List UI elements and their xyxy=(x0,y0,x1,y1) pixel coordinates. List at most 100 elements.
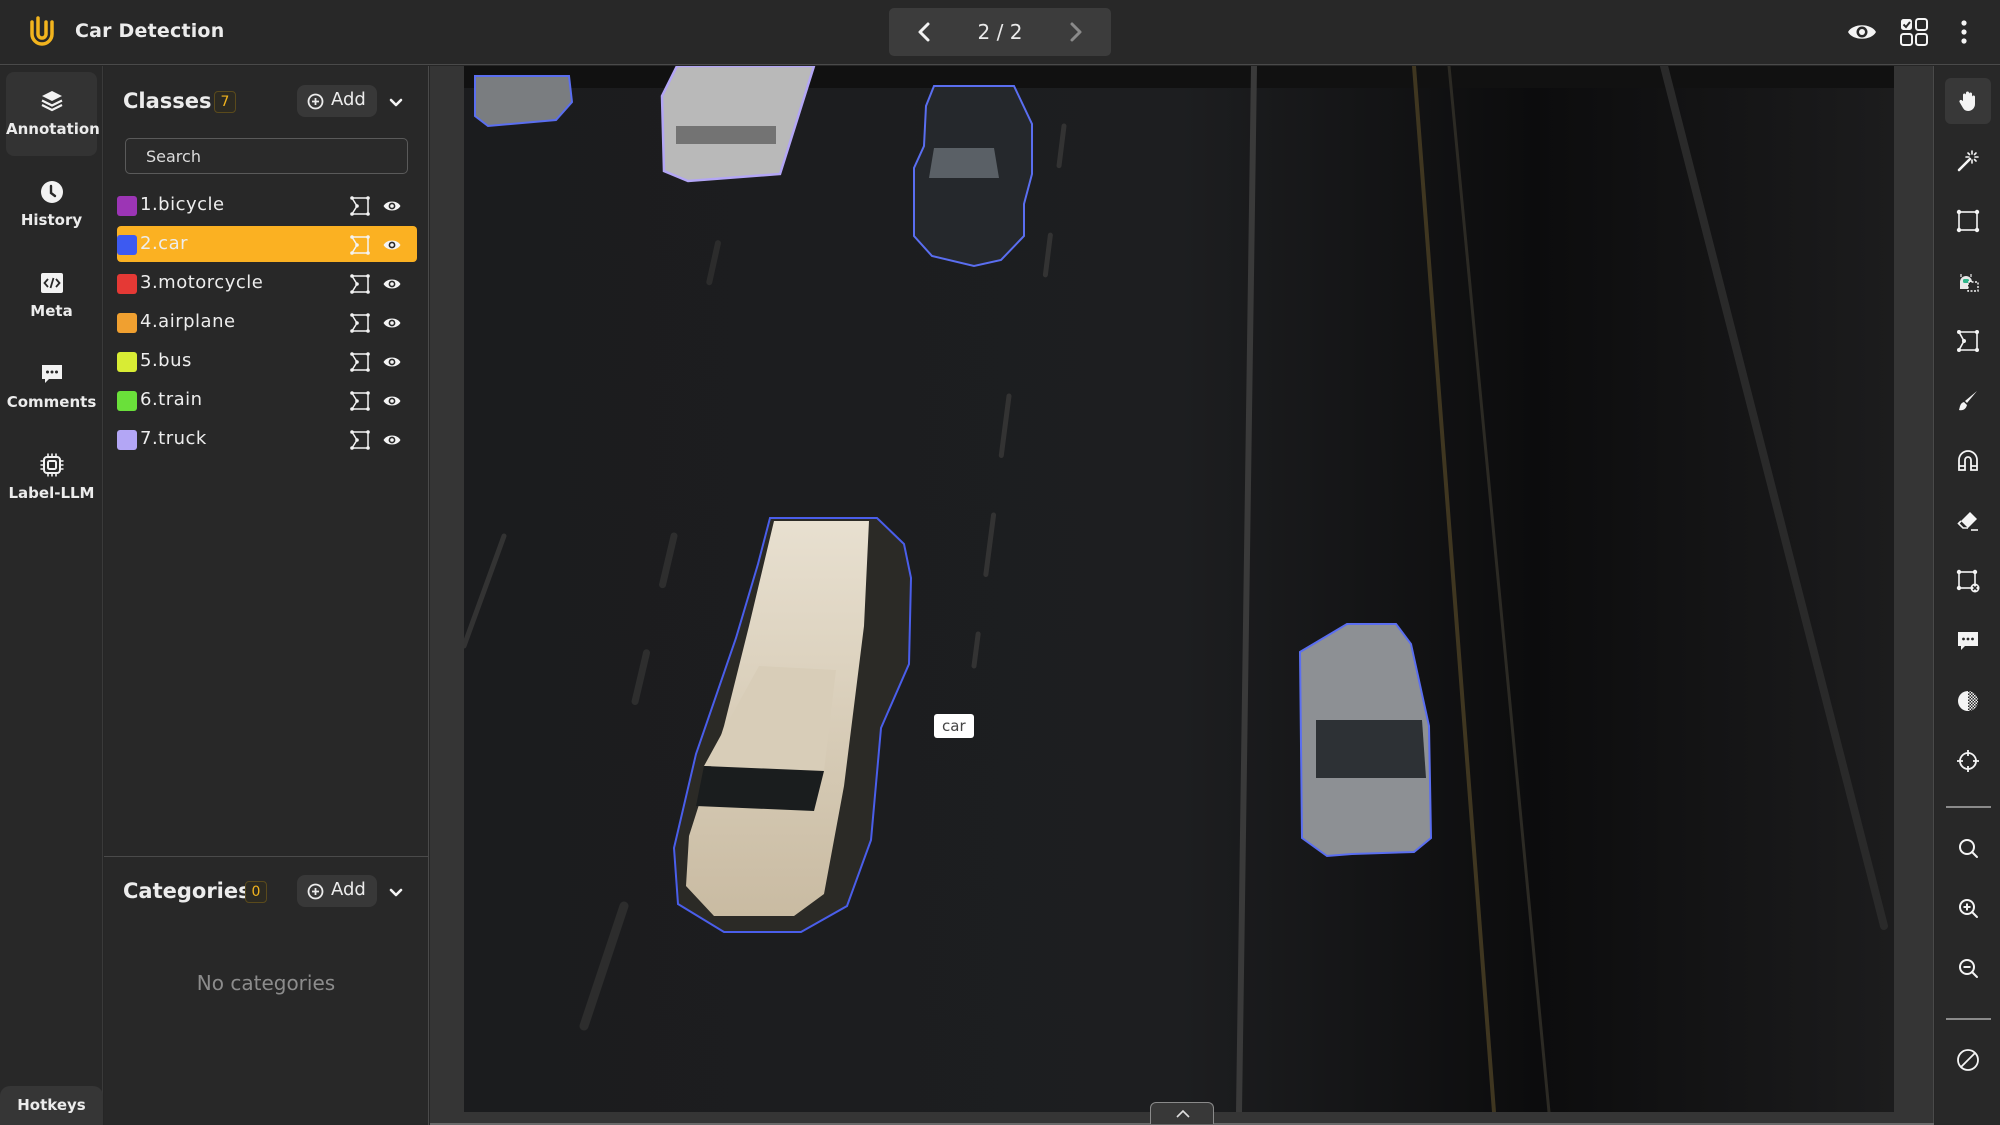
app-title: Car Detection xyxy=(75,20,225,42)
rail-item-annotation[interactable]: Annotation xyxy=(6,72,100,156)
tool-zoom-out[interactable] xyxy=(1945,945,1991,991)
eye-icon[interactable] xyxy=(382,391,402,411)
eye-icon[interactable] xyxy=(382,313,402,333)
rail-item-comments[interactable]: Comments xyxy=(6,345,97,429)
kebab-menu-icon[interactable] xyxy=(1946,14,1982,50)
eye-icon[interactable] xyxy=(382,352,402,372)
tool-delete-points[interactable] xyxy=(1945,558,1991,604)
tool-disable[interactable] xyxy=(1945,1037,1991,1083)
polygon-type-icon[interactable] xyxy=(349,195,371,217)
code-icon xyxy=(41,273,63,293)
class-search-input[interactable] xyxy=(125,138,408,174)
tool-zoom-in[interactable] xyxy=(1945,885,1991,931)
expand-panel-button[interactable] xyxy=(1150,1102,1214,1124)
eye-icon[interactable] xyxy=(382,196,402,216)
tool-sidebar xyxy=(1935,66,2000,1125)
class-color-swatch xyxy=(117,430,137,450)
chip-icon xyxy=(40,453,64,477)
rail-item-label: Meta xyxy=(30,302,73,320)
classes-panel: Classes 7 Add 1.bicycle 2.car 3.motorcyc… xyxy=(104,66,429,1125)
add-category-button[interactable]: Add xyxy=(297,875,377,907)
tool-crosshair[interactable] xyxy=(1945,738,1991,784)
left-nav-rail: Annotation History Meta Comments Label-L… xyxy=(0,66,103,1125)
chevron-down-icon[interactable] xyxy=(386,882,406,902)
class-item-bus[interactable]: 5.bus xyxy=(117,343,417,379)
tool-bounding-box[interactable] xyxy=(1945,198,1991,244)
classes-title: Classes xyxy=(123,89,212,113)
grid-check-icon[interactable] xyxy=(1896,14,1932,50)
class-label: 6.train xyxy=(140,389,203,410)
eye-icon[interactable] xyxy=(1844,14,1880,50)
comment-icon xyxy=(1958,632,1978,650)
chevron-right-icon[interactable] xyxy=(1059,16,1091,48)
eye-icon[interactable] xyxy=(382,235,402,255)
rail-item-label: Comments xyxy=(6,393,97,411)
toolbar-divider xyxy=(1946,806,1991,808)
class-item-train[interactable]: 6.train xyxy=(117,382,417,418)
plus-circle-icon xyxy=(307,93,324,110)
class-color-swatch xyxy=(117,391,137,411)
class-color-swatch xyxy=(117,196,137,216)
polygon-type-icon[interactable] xyxy=(349,273,371,295)
class-label: 5.bus xyxy=(140,350,192,371)
tool-magnetic[interactable] xyxy=(1945,438,1991,484)
rail-item-history[interactable]: History xyxy=(6,163,97,247)
categories-title: Categories xyxy=(123,879,251,903)
eye-icon[interactable] xyxy=(382,274,402,294)
tool-polygon[interactable] xyxy=(1945,318,1991,364)
section-divider xyxy=(104,856,428,857)
tool-contrast[interactable] xyxy=(1945,678,1991,724)
brush-icon xyxy=(1959,391,1977,411)
tool-search[interactable] xyxy=(1945,825,1991,871)
top-bar: Car Detection 2 / 2 xyxy=(0,0,2000,65)
add-class-button[interactable]: Add xyxy=(297,85,377,117)
robot-box-icon xyxy=(1960,274,1979,292)
tool-comment[interactable] xyxy=(1945,618,1991,664)
class-item-bicycle[interactable]: 1.bicycle xyxy=(117,187,417,223)
class-label: 2.car xyxy=(140,233,189,254)
tool-pan[interactable] xyxy=(1945,78,1991,124)
class-label: 3.motorcycle xyxy=(140,272,264,293)
annotation-hover-tag: car xyxy=(934,714,974,738)
rail-item-label: History xyxy=(20,211,83,229)
class-item-car[interactable]: 2.car xyxy=(117,226,417,262)
polygon-type-icon[interactable] xyxy=(349,429,371,451)
clock-icon xyxy=(41,181,63,203)
eye-icon[interactable] xyxy=(382,430,402,450)
annotation-canvas[interactable]: car xyxy=(464,66,1894,1112)
comment-icon xyxy=(42,365,62,383)
class-color-swatch xyxy=(117,274,137,294)
chevron-down-icon[interactable] xyxy=(386,92,406,112)
rail-item-meta[interactable]: Meta xyxy=(6,254,97,338)
class-color-swatch xyxy=(117,235,137,255)
class-item-motorcycle[interactable]: 3.motorcycle xyxy=(117,265,417,301)
rectangle-icon xyxy=(1956,209,1980,233)
class-item-airplane[interactable]: 4.airplane xyxy=(117,304,417,340)
tool-brush[interactable] xyxy=(1945,378,1991,424)
polygon-type-icon[interactable] xyxy=(349,234,371,256)
tool-eraser[interactable] xyxy=(1945,498,1991,544)
classes-count-badge: 7 xyxy=(214,91,236,113)
vehicle-3 xyxy=(913,85,1033,268)
eraser-icon xyxy=(1957,512,1978,531)
polygon-icon xyxy=(1957,330,1979,352)
polygon-type-icon[interactable] xyxy=(349,351,371,373)
hotkeys-button[interactable]: Hotkeys xyxy=(0,1086,103,1125)
class-color-swatch xyxy=(117,313,137,333)
tool-magic-wand[interactable] xyxy=(1945,138,1991,184)
categories-count-badge: 0 xyxy=(245,881,267,903)
rail-item-label-llm[interactable]: Label-LLM xyxy=(6,436,97,520)
class-color-swatch xyxy=(117,352,137,372)
vehicle-1 xyxy=(474,75,574,128)
class-item-truck[interactable]: 7.truck xyxy=(117,421,417,457)
rail-item-label: Label-LLM xyxy=(8,484,95,502)
layers-icon xyxy=(41,91,63,112)
tool-auto-annotate[interactable] xyxy=(1945,258,1991,304)
zoom-out-icon xyxy=(1959,959,1978,978)
crosshair-icon xyxy=(1957,750,1979,772)
polygon-type-icon[interactable] xyxy=(349,312,371,334)
magic-wand-icon xyxy=(1957,150,1979,172)
polygon-type-icon[interactable] xyxy=(349,390,371,412)
plus-circle-icon xyxy=(307,883,324,900)
class-label: 7.truck xyxy=(140,428,207,449)
